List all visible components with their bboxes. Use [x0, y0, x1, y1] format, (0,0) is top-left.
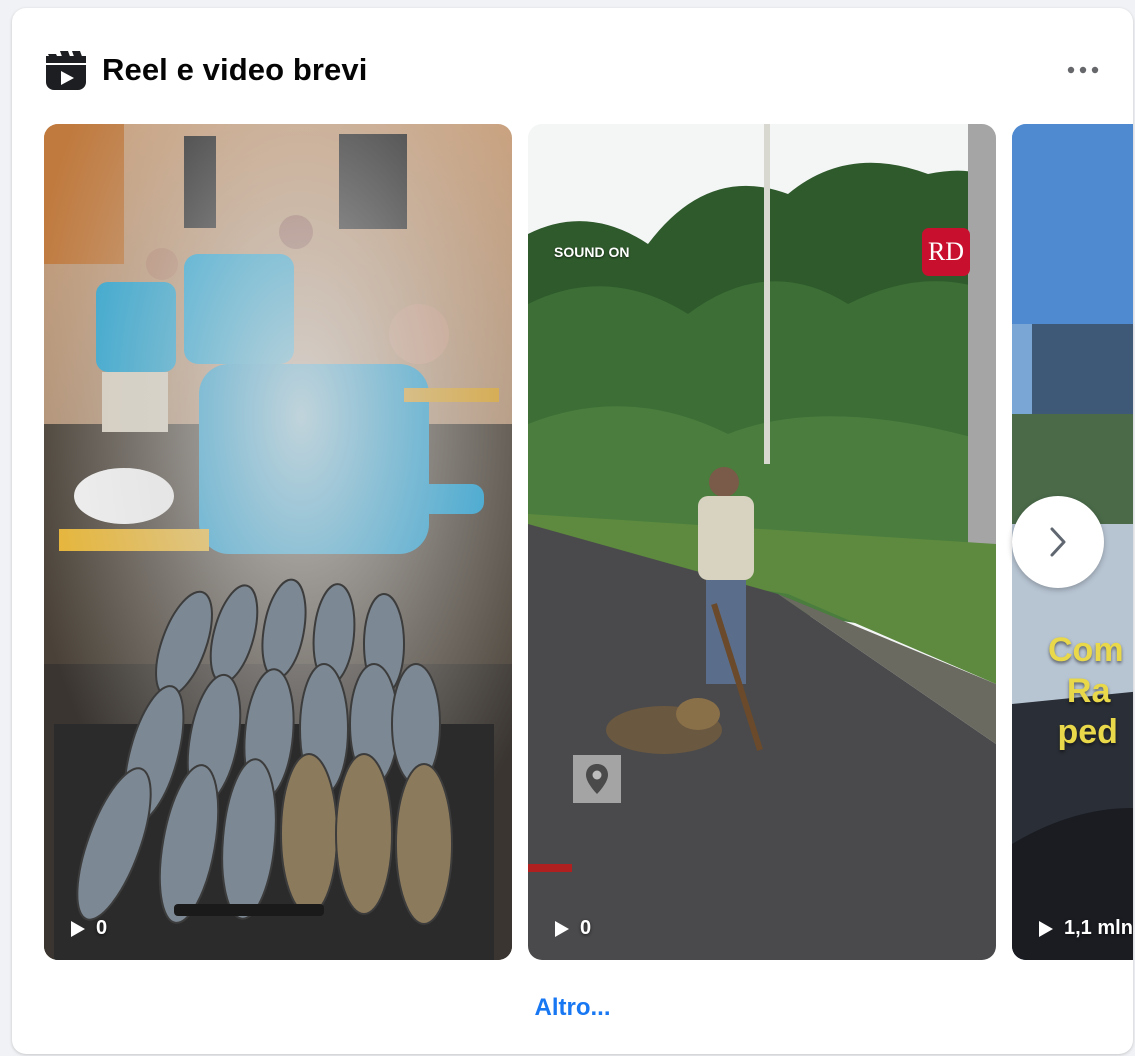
reel-card[interactable]: 0 [44, 124, 512, 960]
play-icon [555, 920, 569, 937]
view-count: 1,1 mln [1038, 917, 1133, 940]
more-options-icon [1067, 66, 1099, 74]
view-count-text: 0 [96, 917, 108, 939]
reels-carousel: 0 SOUND ON RD 0 Com Ra ped 1,1 mln [44, 124, 1133, 964]
view-count-text: 1,1 mln [1064, 917, 1133, 939]
play-icon [71, 920, 85, 937]
more-options-button[interactable] [1061, 52, 1105, 88]
view-count: 0 [554, 917, 591, 940]
reel-card[interactable]: SOUND ON RD 0 [528, 124, 996, 960]
sound-on-label: SOUND ON [554, 244, 630, 260]
chevron-right-icon [1050, 527, 1066, 557]
section-header: Reel e video brevi [44, 46, 367, 94]
location-pin-icon [573, 755, 621, 803]
view-count: 0 [70, 917, 107, 940]
overlay-caption: Com Ra ped [1048, 631, 1124, 751]
reel-thumbnail-bbq [44, 124, 512, 960]
channel-badge: RD [922, 228, 970, 276]
see-more-link[interactable]: Altro... [12, 994, 1133, 1022]
reels-icon [46, 51, 86, 90]
carousel-next-button[interactable] [1012, 496, 1104, 588]
reels-card: Reel e video brevi 0 SOUND ON RD 0 Com R… [12, 8, 1133, 1054]
section-title: Reel e video brevi [102, 52, 368, 87]
play-icon [1039, 920, 1053, 937]
view-count-text: 0 [580, 917, 592, 939]
